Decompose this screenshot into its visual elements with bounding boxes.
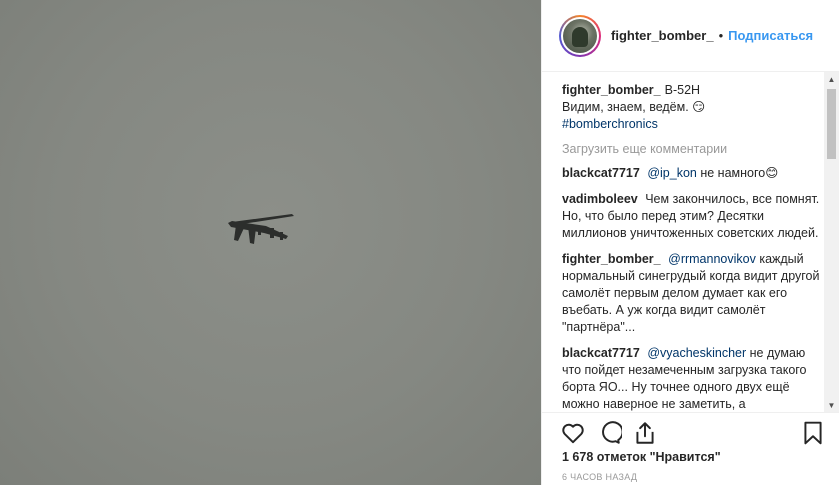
caption-text-line2: Видим, знаем, ведём. 😏 xyxy=(562,100,706,114)
comments-list[interactable]: fighter_bomber_ B-52H Видим, знаем, ведём… xyxy=(542,72,839,412)
follow-button[interactable]: Подписаться xyxy=(728,28,813,43)
comment-username[interactable]: blackcat7717 xyxy=(562,166,640,180)
comment-username[interactable]: fighter_bomber_ xyxy=(562,252,661,266)
separator-dot: • xyxy=(718,28,724,43)
scroll-down-arrow-icon[interactable]: ▼ xyxy=(824,398,839,412)
header-username[interactable]: fighter_bomber_ xyxy=(611,28,714,43)
heart-icon[interactable] xyxy=(560,420,586,446)
share-icon[interactable] xyxy=(632,420,658,446)
comment-username[interactable]: blackcat7717 xyxy=(562,346,640,360)
list-item: blackcat7717 @vyacheskincher не думаю чт… xyxy=(562,345,820,412)
likes-number: 1 678 отметок xyxy=(562,450,647,464)
caption-hashtag[interactable]: #bomberchronics xyxy=(562,117,658,131)
likes-label: "Нравится" xyxy=(649,450,721,464)
caption-text-line1: B-52H xyxy=(664,83,701,97)
comment-mention[interactable]: @ip_kon xyxy=(647,166,697,180)
comment-text: не намного😊 xyxy=(700,166,779,180)
post-timestamp[interactable]: 6 ЧАСОВ НАЗАД xyxy=(562,472,637,482)
load-more-comments-button[interactable]: Загрузить еще комментарии xyxy=(562,142,820,156)
avatar[interactable] xyxy=(559,14,601,57)
comment-username[interactable]: vadimboleev xyxy=(562,192,638,206)
post-side-panel: fighter_bomber_ • Подписаться fighter_bo… xyxy=(541,0,839,485)
list-item: fighter_bomber_ @rrmannovikov каждый нор… xyxy=(562,251,820,336)
post-header: fighter_bomber_ • Подписаться xyxy=(542,0,839,72)
post-photo[interactable] xyxy=(0,0,541,485)
comment-mention[interactable]: @vyacheskincher xyxy=(647,346,746,360)
bookmark-icon[interactable] xyxy=(800,420,826,446)
comments-scrollbar[interactable]: ▲ ▼ xyxy=(824,72,839,412)
bomber-aircraft-image xyxy=(228,214,294,244)
caption: fighter_bomber_ B-52H Видим, знаем, ведём… xyxy=(562,82,820,133)
comment-mention[interactable]: @rrmannovikov xyxy=(668,252,756,266)
scrollbar-thumb[interactable] xyxy=(827,89,836,159)
comment-bubble-icon[interactable] xyxy=(596,420,622,446)
action-bar xyxy=(542,412,839,452)
avatar-photo xyxy=(563,18,597,53)
caption-username[interactable]: fighter_bomber_ xyxy=(562,83,661,97)
likes-count[interactable]: 1 678 отметок "Нравится" xyxy=(562,450,721,464)
list-item: blackcat7717 @ip_kon не намного😊 xyxy=(562,165,820,182)
list-item: vadimboleev Чем закончилось, все помнят.… xyxy=(562,191,820,242)
scroll-up-arrow-icon[interactable]: ▲ xyxy=(824,72,839,86)
